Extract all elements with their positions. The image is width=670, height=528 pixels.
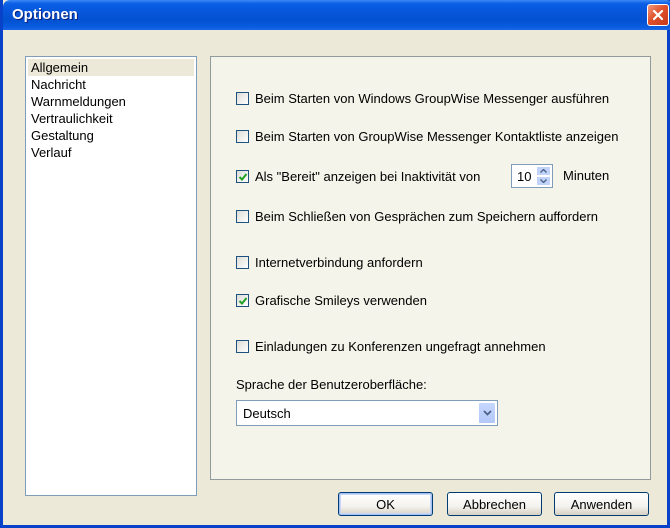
title-bar[interactable]: Optionen [3, 0, 670, 30]
language-dropdown-button[interactable] [478, 402, 496, 424]
chevron-down-icon [482, 410, 492, 416]
inactivity-minutes-stepper[interactable]: 10 [511, 164, 553, 188]
prompt-save-checkbox[interactable] [236, 209, 249, 223]
category-list[interactable]: Allgemein Nachricht Warnmeldungen Vertra… [25, 56, 197, 496]
minutes-unit-label: Minuten [563, 168, 610, 183]
smileys-checkbox[interactable] [236, 293, 249, 307]
ok-button[interactable]: OK [338, 492, 433, 516]
show-ready-checkbox[interactable] [236, 169, 249, 183]
window-title: Optionen [12, 6, 78, 23]
language-select[interactable]: Deutsch [236, 400, 498, 426]
option-conferences[interactable]: Einladungen zu Konferenzen ungefragt ann… [236, 337, 546, 355]
cancel-button[interactable]: Abbrechen [447, 492, 542, 516]
show-contacts-checkbox[interactable] [236, 129, 249, 143]
check-icon [238, 296, 248, 305]
category-item-gestaltung[interactable]: Gestaltung [28, 127, 194, 144]
option-smileys[interactable]: Grafische Smileys verwenden [236, 291, 427, 309]
check-icon [238, 172, 248, 181]
conferences-checkbox[interactable] [236, 339, 249, 353]
start-messenger-label: Beim Starten von Windows GroupWise Messe… [255, 90, 610, 106]
prompt-save-label: Beim Schließen von Gesprächen zum Speich… [255, 208, 599, 224]
language-select-value: Deutsch [243, 406, 291, 421]
internet-checkbox[interactable] [236, 255, 249, 269]
chevron-down-icon [540, 179, 547, 183]
option-prompt-save[interactable]: Beim Schließen von Gesprächen zum Speich… [236, 207, 598, 225]
options-dialog: Optionen Allgemein Nachricht Warnmeldung… [0, 0, 670, 528]
chevron-up-icon [540, 169, 547, 173]
general-options-panel: Beim Starten von Windows GroupWise Messe… [210, 56, 651, 480]
category-item-allgemein[interactable]: Allgemein [28, 59, 194, 76]
inactivity-minutes-value[interactable]: 10 [512, 169, 536, 184]
category-item-verlauf[interactable]: Verlauf [28, 144, 194, 161]
option-show-ready[interactable]: Als "Bereit" anzeigen bei Inaktivität vo… [236, 167, 480, 185]
stepper-up-button[interactable] [536, 166, 551, 176]
internet-label: Internetverbindung anfordern [255, 254, 423, 270]
conferences-label: Einladungen zu Konferenzen ungefragt ann… [255, 338, 546, 354]
category-item-nachricht[interactable]: Nachricht [28, 76, 194, 93]
category-item-warnmeldungen[interactable]: Warnmeldungen [28, 93, 194, 110]
option-show-contacts[interactable]: Beim Starten von GroupWise Messenger Kon… [236, 127, 618, 145]
language-label: Sprache der Benutzeroberfläche: [236, 377, 427, 392]
show-ready-label: Als "Bereit" anzeigen bei Inaktivität vo… [255, 168, 481, 184]
smileys-label: Grafische Smileys verwenden [255, 292, 427, 308]
category-item-vertraulichkeit[interactable]: Vertraulichkeit [28, 110, 194, 127]
start-messenger-checkbox[interactable] [236, 91, 249, 105]
show-contacts-label: Beim Starten von GroupWise Messenger Kon… [255, 128, 619, 144]
close-button[interactable] [647, 4, 669, 26]
stepper-down-button[interactable] [536, 176, 551, 186]
close-icon [652, 9, 664, 21]
option-start-messenger[interactable]: Beim Starten von Windows GroupWise Messe… [236, 89, 609, 107]
apply-button[interactable]: Anwenden [554, 492, 649, 516]
option-internet[interactable]: Internetverbindung anfordern [236, 253, 423, 271]
